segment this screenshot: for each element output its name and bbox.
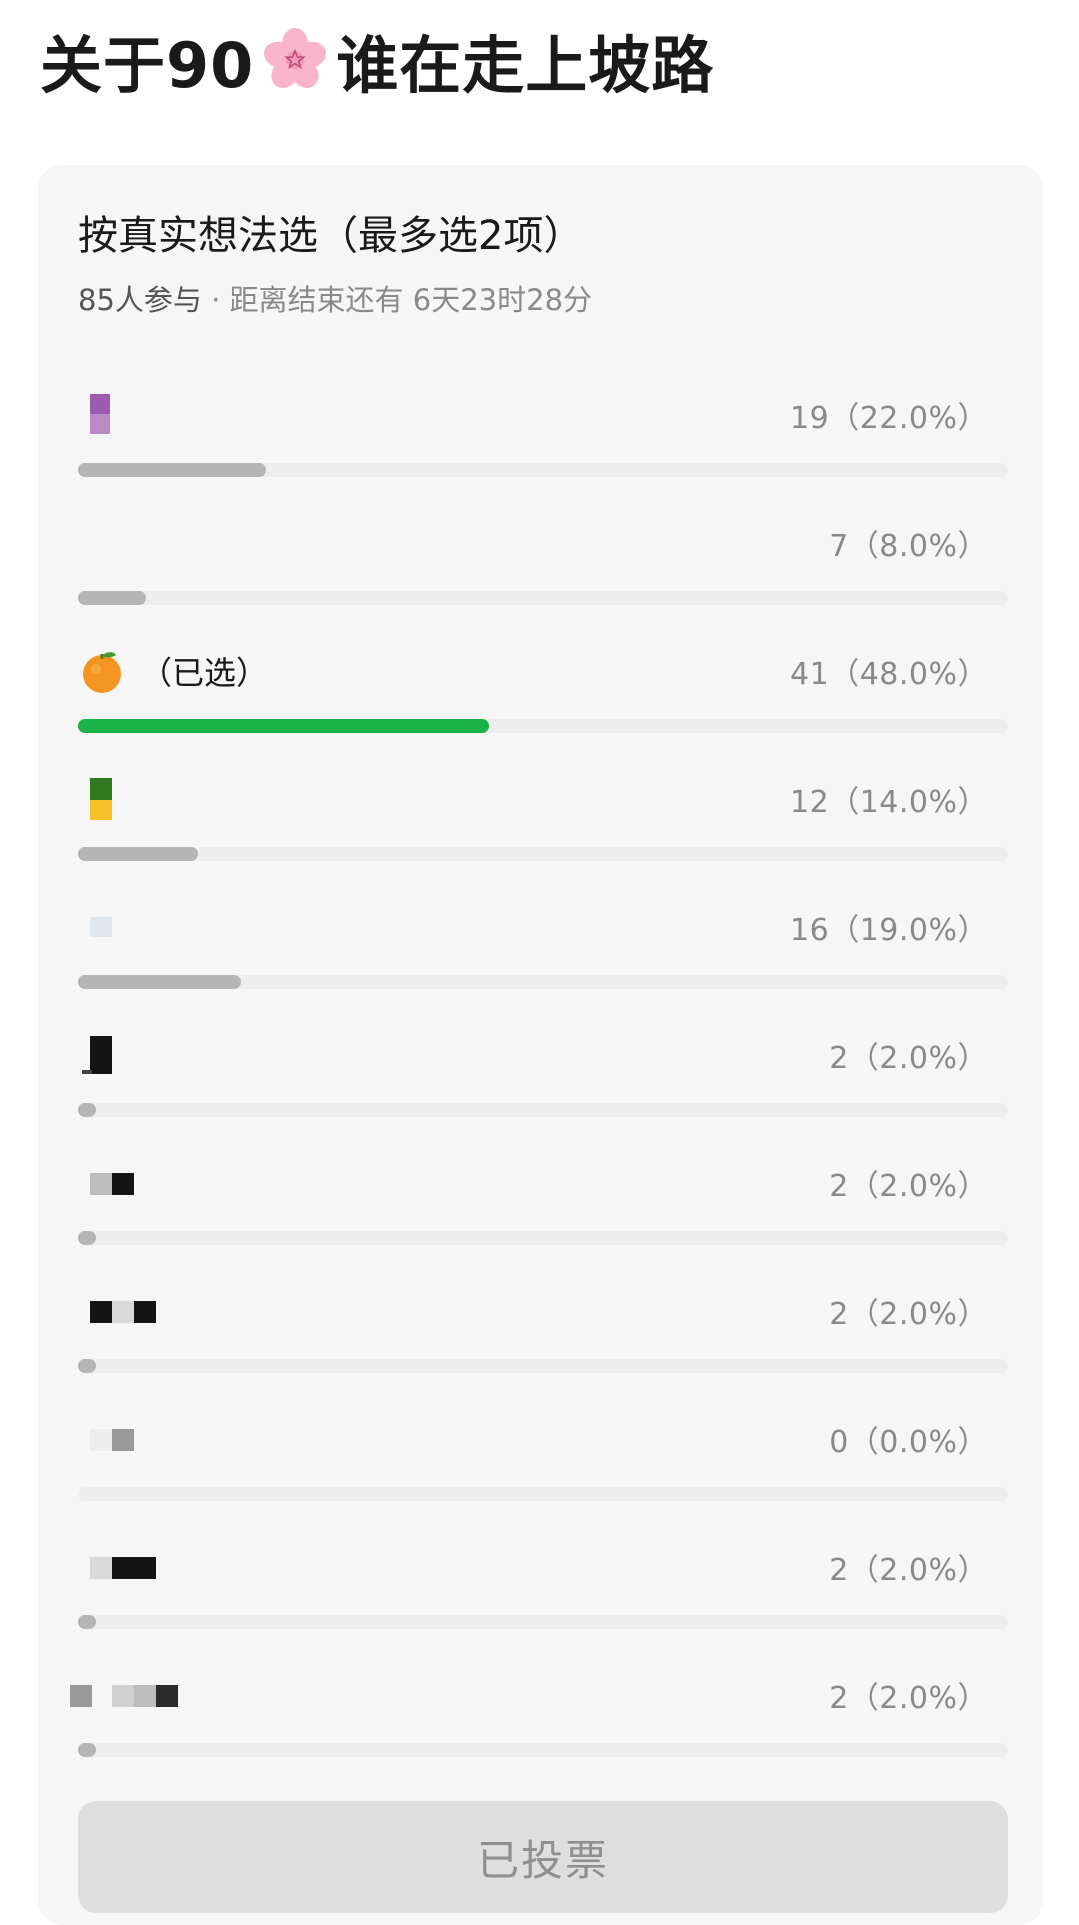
option-count: 12（14.0%）: [790, 785, 988, 820]
poll-option[interactable]: 2（2.0%）: [78, 1281, 1008, 1391]
poll-title-prefix: 关于90: [40, 29, 255, 102]
option-label: [78, 1025, 118, 1085]
poll-subtitle: 按真实想法选（最多选2项）: [78, 213, 584, 259]
option-label: [78, 1153, 138, 1213]
poll-card: 按真实想法选（最多选2项） 85人参与 · 距离结束还有 6天23时28分 19…: [38, 165, 1043, 1925]
poll-option[interactable]: 19（22.0%）: [78, 385, 1008, 495]
poll-option[interactable]: 7（8.0%）: [78, 513, 1008, 623]
tangerine-icon: [78, 647, 126, 695]
poll-option[interactable]: 2（2.0%）: [70, 1665, 1008, 1775]
option-label: （已选）: [78, 641, 268, 701]
option-bar-fill: [78, 1103, 96, 1117]
poll-option[interactable]: 12（14.0%）: [78, 769, 1008, 879]
black-grey-black-blocks-icon: [78, 1286, 162, 1336]
black-block-icon: [78, 1030, 118, 1080]
poll-option-selected[interactable]: （已选） 41（48.0%）: [78, 641, 1008, 751]
option-count: 2（2.0%）: [829, 1297, 988, 1332]
cherry-blossom-icon: [260, 25, 330, 95]
option-count: 2（2.0%）: [829, 1041, 988, 1076]
option-count: 16（19.0%）: [790, 913, 988, 948]
option-bar-track: [78, 1743, 1008, 1757]
poll-option[interactable]: 0（0.0%）: [78, 1409, 1008, 1519]
option-bar-track: [78, 591, 1008, 605]
purple-blocks-icon: [78, 390, 118, 440]
option-label: [78, 385, 118, 445]
option-bar-fill: [78, 1231, 96, 1245]
pale-block-icon: [78, 902, 118, 952]
poll-option[interactable]: 2（2.0%）: [78, 1025, 1008, 1135]
option-label: [78, 897, 118, 957]
option-count: 19（22.0%）: [790, 401, 988, 436]
option-bar-track: [78, 1359, 1008, 1373]
option-bar-track: [78, 1615, 1008, 1629]
option-count: 2（2.0%）: [829, 1169, 988, 1204]
option-bar-fill: [78, 719, 489, 733]
option-count: 41（48.0%）: [790, 657, 988, 692]
option-label: [70, 1665, 188, 1725]
time-remaining: · 距离结束还有 6天23时28分: [201, 283, 593, 317]
voted-button[interactable]: 已投票: [78, 1801, 1008, 1913]
green-yellow-blocks-icon: [78, 774, 118, 824]
option-bar-fill: [78, 463, 267, 477]
poll-option[interactable]: 2（2.0%）: [78, 1537, 1008, 1647]
option-bar-track: [78, 1103, 1008, 1117]
option-bar-track: [78, 975, 1008, 989]
light-black-blocks-icon: [78, 1542, 162, 1592]
option-label: [78, 1281, 162, 1341]
option-bar-fill: [78, 591, 147, 605]
option-count: 2（2.0%）: [829, 1681, 988, 1716]
poll-option[interactable]: 2（2.0%）: [78, 1153, 1008, 1263]
grey-block-icon: [78, 1414, 138, 1464]
poll-title-suffix: 谁在走上坡路: [336, 29, 715, 102]
selected-tag: （已选）: [140, 654, 269, 692]
option-count: 2（2.0%）: [829, 1553, 988, 1588]
option-count: 0（0.0%）: [829, 1425, 988, 1460]
option-label: [78, 1537, 162, 1597]
poll-meta: 85人参与 · 距离结束还有 6天23时28分: [78, 277, 592, 319]
option-label: [78, 1409, 138, 1469]
grey-black-blocks-icon: [78, 1158, 138, 1208]
poll-title: 关于90 谁在走上坡路: [40, 22, 714, 102]
option-bar-track: [78, 847, 1008, 861]
poll-option[interactable]: 16（19.0%）: [78, 897, 1008, 1007]
option-bar-fill: [78, 1743, 96, 1757]
option-bar-track: [78, 719, 1008, 733]
option-bar-fill: [78, 975, 241, 989]
option-bar-fill: [78, 1359, 96, 1373]
option-bar-track: [78, 1231, 1008, 1245]
participant-count: 85人参与: [78, 283, 202, 317]
option-bar-fill: [78, 1615, 96, 1629]
option-bar-fill: [78, 847, 198, 861]
option-label: [78, 769, 118, 829]
mixed-blocks-icon: [70, 1670, 188, 1720]
option-bar-track: [78, 1487, 1008, 1501]
option-count: 7（8.0%）: [829, 529, 988, 564]
option-bar-track: [78, 463, 1008, 477]
